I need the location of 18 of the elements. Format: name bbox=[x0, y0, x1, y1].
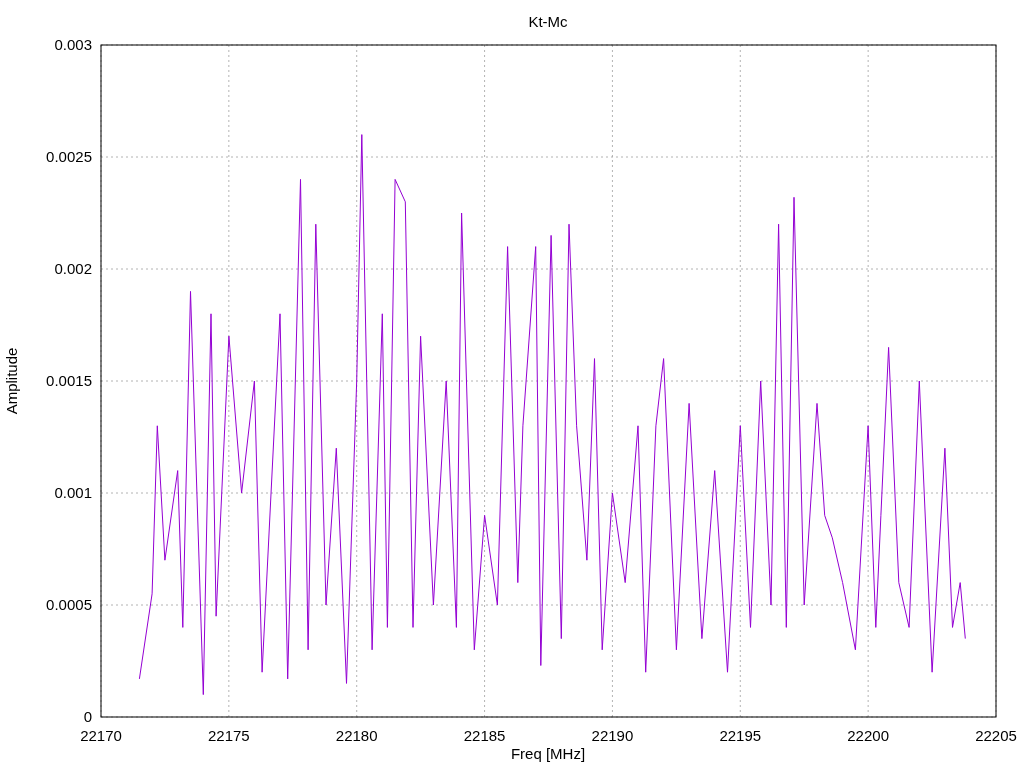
y-axis-title: Amplitude bbox=[3, 347, 20, 415]
x-axis-title: Freq [MHz] bbox=[510, 745, 586, 762]
x-tick-label: 22200 bbox=[847, 727, 889, 744]
x-tick-label: 22170 bbox=[80, 727, 122, 744]
x-tick-label: 22175 bbox=[208, 727, 250, 744]
y-tick-label: 0.003 bbox=[54, 36, 92, 53]
y-tick-label: 0.0015 bbox=[46, 372, 92, 389]
y-tick-label: 0.0005 bbox=[46, 596, 92, 613]
y-tick-label: 0.0025 bbox=[46, 148, 92, 165]
x-tick-label: 22190 bbox=[591, 727, 634, 744]
y-tick-label: 0.002 bbox=[54, 260, 92, 277]
x-tick-label: 22185 bbox=[463, 727, 506, 744]
y-tick-label: 0 bbox=[83, 708, 92, 725]
y-tick-label: 0.001 bbox=[54, 484, 92, 501]
x-tick-label: 22205 bbox=[975, 727, 1017, 744]
chart-title: Kt-Mc bbox=[528, 13, 568, 30]
x-tick-label: 22195 bbox=[719, 727, 762, 744]
x-tick-label: 22180 bbox=[335, 727, 378, 744]
